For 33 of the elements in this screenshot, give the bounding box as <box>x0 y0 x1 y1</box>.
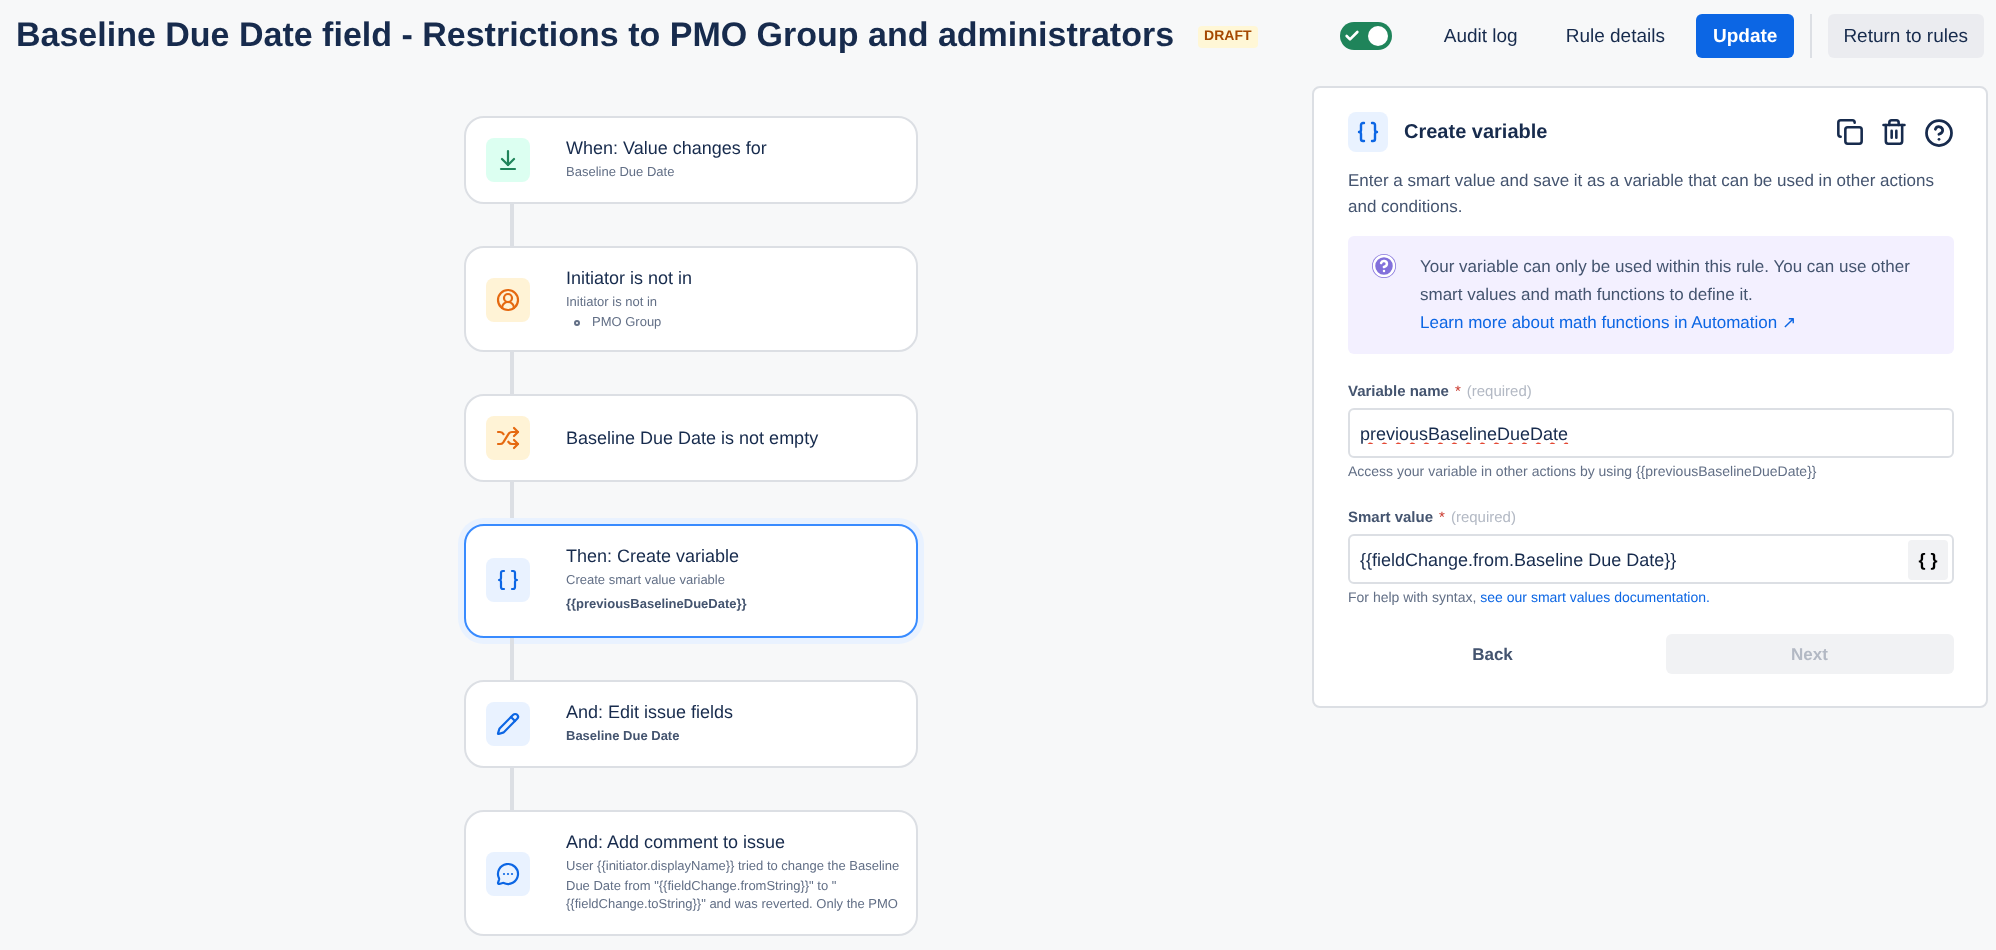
header-link-button[interactable]: Rule details <box>1549 14 1681 58</box>
toggle-switch[interactable] <box>1339 22 1392 50</box>
info-text: Your variable can only be used within this rule. You can use other smart values and math functions to define it. Learn more about math functions in Automation ↗ <box>1420 254 1912 336</box>
rule-step-card[interactable]: Baseline Due Date is not empty <box>464 393 918 482</box>
step-title: Then: Create variable <box>566 545 742 566</box>
panel-title: Create variable <box>1404 121 1550 143</box>
braces-icon <box>486 558 530 603</box>
step-title: Baseline Due Date is not empty <box>566 427 819 448</box>
update-button[interactable]: Update <box>1696 14 1794 58</box>
delete-icon[interactable] <box>1880 118 1908 146</box>
step-title: And: Edit issue fields <box>566 701 734 722</box>
comment-icon <box>486 851 530 896</box>
variable-name-field[interactable]: previousBaselineDueDate <box>1348 408 1954 459</box>
check-icon <box>1343 28 1360 44</box>
smart-value-field[interactable]: {{fieldChange.from.Baseline Due Date}} { } <box>1348 534 1954 585</box>
user-icon <box>486 277 530 322</box>
pencil-icon <box>486 701 530 746</box>
smart-value-button[interactable]: { } <box>1908 539 1948 580</box>
bullet-icon <box>574 319 580 326</box>
step-title: And: Add comment to issue <box>566 832 788 853</box>
braces-icon <box>1348 112 1388 152</box>
learn-more-link[interactable]: Learn more about math functions in Automation ↗ <box>1420 311 1798 332</box>
page-title: Baseline Due Date field - Restrictions to PMO Group and administrators <box>16 16 1175 56</box>
step-title: Initiator is not in <box>566 268 693 289</box>
shuffle-icon <box>486 415 530 460</box>
help-icon[interactable] <box>1924 117 1954 147</box>
step-title: When: Value changes for <box>566 138 767 158</box>
copy-icon[interactable] <box>1836 118 1864 146</box>
panel-description: Enter a smart value and save it as a variable that can be used in other actions and conditions. <box>1348 168 1936 221</box>
header-link-button[interactable]: Audit log <box>1427 14 1534 58</box>
question-icon <box>1372 254 1396 279</box>
return-button[interactable]: Return to rules <box>1827 14 1984 58</box>
back-button[interactable]: Back <box>1348 634 1637 675</box>
